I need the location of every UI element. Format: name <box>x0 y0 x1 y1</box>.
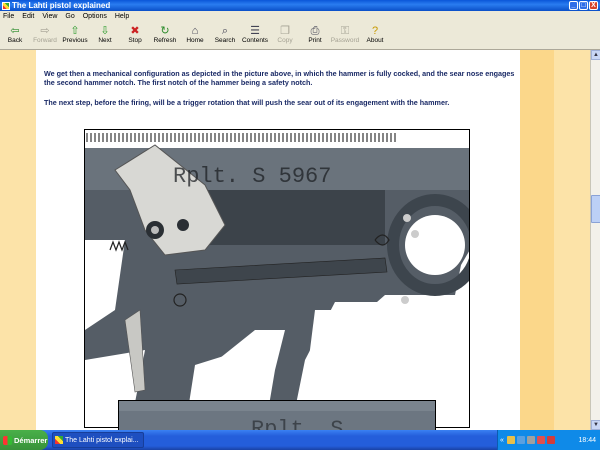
about-icon: ? <box>371 25 379 37</box>
scroll-up-arrow[interactable]: ▲ <box>591 50 600 60</box>
stop-icon: ✖ <box>130 25 140 37</box>
taskbar-item-lahti[interactable]: The Lahti pistol explai... <box>52 432 144 448</box>
engraving-partial: Rplt. S <box>251 417 343 430</box>
print-icon: ⎙ <box>310 25 320 37</box>
previous-icon: ⇧ <box>70 25 80 37</box>
vertical-scrollbar[interactable]: ▲ ▼ <box>590 50 600 430</box>
toolbar-label: Back <box>7 37 23 44</box>
search-icon: ⌕ <box>221 25 229 37</box>
toolbar-label: Password <box>330 37 360 44</box>
paragraph-trigger-rotation: The next step, before the firing, will b… <box>44 98 450 107</box>
start-button[interactable]: Démarrer <box>0 430 48 450</box>
toolbar-next-button[interactable]: ⇩ Next <box>90 22 120 44</box>
scroll-thumb[interactable] <box>591 195 600 223</box>
menu-help[interactable]: Help <box>115 13 129 20</box>
toolbar-label: Forward <box>33 37 57 44</box>
tray-icon-1[interactable] <box>506 436 515 444</box>
start-label: Démarrer <box>14 435 48 445</box>
toolbar-previous-button[interactable]: ⇧ Previous <box>60 22 90 44</box>
toolbar-label: Print <box>308 37 322 44</box>
pistol-detail-photo: Rplt. S <box>118 400 436 430</box>
toolbar-refresh-button[interactable]: ↻ Refresh <box>150 22 180 44</box>
window-title: The Lahti pistol explained <box>12 1 111 10</box>
maximize-button[interactable]: □ <box>579 1 588 10</box>
system-tray: « 18:44 <box>497 430 600 450</box>
contents-icon: ☰ <box>250 25 260 37</box>
close-button[interactable]: X <box>589 1 598 10</box>
app-icon <box>55 436 63 444</box>
home-icon: ⌂ <box>191 25 199 37</box>
toolbar-label: Stop <box>128 37 142 44</box>
toolbar-forward-button[interactable]: ⇨ Forward <box>30 22 60 44</box>
copy-icon: ❐ <box>280 25 290 37</box>
toolbar-label: Contents <box>241 37 269 44</box>
menu-view[interactable]: View <box>42 13 57 20</box>
tray-icon-5[interactable] <box>546 436 555 444</box>
taskbar: Démarrer The Lahti pistol explai... « 18… <box>0 430 600 450</box>
task-label: The Lahti pistol explai... <box>65 436 139 444</box>
pistol-detail-illustration: Rplt. S <box>119 401 435 430</box>
toolbar-label: Next <box>98 37 112 44</box>
toolbar-label: About <box>366 37 384 44</box>
windows-logo-icon <box>3 435 12 445</box>
toolbar-label: Previous <box>62 37 88 44</box>
menu-go[interactable]: Go <box>65 13 74 20</box>
tray-icon-3[interactable] <box>526 436 535 444</box>
tray-icon-2[interactable] <box>516 436 525 444</box>
menu-options[interactable]: Options <box>83 13 107 20</box>
toolbar-about-button[interactable]: ? About <box>360 22 390 44</box>
tray-icon-4[interactable] <box>536 436 545 444</box>
decorative-stripe <box>520 50 554 430</box>
minimize-button[interactable]: _ <box>569 1 578 10</box>
pistol-mechanism-illustration: Rplt. S 5967 <box>85 133 469 427</box>
refresh-icon: ↻ <box>160 25 170 37</box>
toolbar-back-button[interactable]: ⇦ Back <box>0 22 30 44</box>
toolbar-copy-button[interactable]: ❐ Copy <box>270 22 300 44</box>
menu-file[interactable]: File <box>3 13 14 20</box>
toolbar-home-button[interactable]: ⌂ Home <box>180 22 210 44</box>
forward-icon: ⇨ <box>40 25 50 37</box>
pistol-mechanism-photo: Rplt. S 5967 <box>84 129 470 428</box>
menu-bar: File Edit View Go Options Help <box>0 11 600 22</box>
next-icon: ⇩ <box>100 25 110 37</box>
title-bar: The Lahti pistol explained _ □ X <box>0 0 600 11</box>
menu-edit[interactable]: Edit <box>22 13 34 20</box>
toolbar-contents-button[interactable]: ☰ Contents <box>240 22 270 44</box>
toolbar-label: Search <box>214 37 236 44</box>
tray-expand-icon[interactable]: « <box>500 437 504 444</box>
toolbar-label: Refresh <box>153 37 177 44</box>
toolbar-password-button[interactable]: ⚿ Password <box>330 22 360 44</box>
password-icon: ⚿ <box>340 25 350 37</box>
toolbar-label: Copy <box>277 37 293 44</box>
app-icon <box>2 1 10 10</box>
content-viewport: We get then a mechanical configuration a… <box>0 50 590 430</box>
clock: 18:44 <box>578 436 596 444</box>
scroll-down-arrow[interactable]: ▼ <box>591 420 600 430</box>
toolbar-stop-button[interactable]: ✖ Stop <box>120 22 150 44</box>
engraving-serial: Rplt. S 5967 <box>173 164 331 189</box>
paragraph-hammer-cocked: We get then a mechanical configuration a… <box>44 69 515 87</box>
toolbar-label: Home <box>186 37 204 44</box>
back-icon: ⇦ <box>10 25 20 37</box>
toolbar-search-button[interactable]: ⌕ Search <box>210 22 240 44</box>
toolbar: ⇦ Back ⇨ Forward ⇧ Previous ⇩ Next ✖ Stop ↻ Refresh… <box>0 22 600 50</box>
toolbar-print-button[interactable]: ⎙ Print <box>300 22 330 44</box>
